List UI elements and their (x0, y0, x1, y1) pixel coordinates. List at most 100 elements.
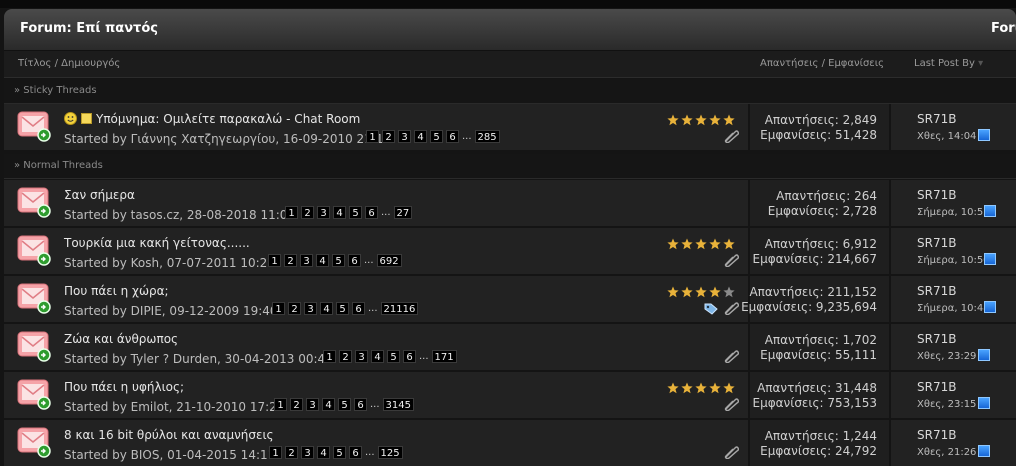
thread-row: Σαν σήμερα Started by tasos.cz, 28-08-201… (4, 180, 1016, 226)
col-replies-views[interactable]: Απαντήσεις / Εμφανίσεις (760, 58, 884, 69)
page-link[interactable]: 5 (387, 350, 400, 363)
page-link[interactable]: 4 (317, 446, 330, 459)
page-link[interactable]: 1 (366, 130, 379, 143)
go-to-last-post-icon[interactable] (978, 129, 990, 141)
thread-stats-cell: Απαντήσεις: 6,912 Εμφανίσεις: 214,667 (750, 228, 889, 274)
forum-title: Forum: Επί παντός (20, 21, 158, 36)
thread-title-link[interactable]: Τουρκία μια κακή γείτονας...... (64, 236, 250, 250)
page-link[interactable]: 5 (338, 398, 351, 411)
thread-title-link[interactable]: Ζώα και άνθρωπος (64, 332, 178, 346)
page-link[interactable]: 6 (365, 206, 378, 219)
go-to-last-post-icon[interactable] (978, 445, 990, 457)
page-link[interactable]: 3 (301, 446, 314, 459)
last-post-user[interactable]: SR71B (917, 332, 956, 346)
page-link[interactable]: 1 (323, 350, 336, 363)
page-link[interactable]: 5 (333, 446, 346, 459)
thread-title-link[interactable]: Υπόμνημα: Ομιλείτε παρακαλώ - Chat Room (96, 112, 360, 126)
last-page-link[interactable]: 692 (376, 254, 402, 267)
last-post-user[interactable]: SR71B (917, 112, 956, 126)
page-link[interactable]: 3 (304, 302, 317, 315)
go-to-last-post-icon[interactable] (978, 397, 990, 409)
last-page-link[interactable]: 3145 (382, 398, 414, 411)
attachment-clip-icon[interactable] (723, 444, 740, 460)
page-links: 1 2 3 4 5 6... 171 (323, 350, 457, 363)
page-link[interactable]: 6 (352, 302, 365, 315)
page-link[interactable]: 6 (349, 446, 362, 459)
page-link[interactable]: 1 (272, 302, 285, 315)
page-link[interactable]: 5 (349, 206, 362, 219)
page-link[interactable]: 2 (301, 206, 314, 219)
page-link[interactable]: 2 (290, 398, 303, 411)
thread-title-link[interactable]: Σαν σήμερα (64, 188, 135, 202)
last-post-cell: SR71B Χθες, 23:29 (891, 324, 1016, 370)
page-link[interactable]: 4 (371, 350, 384, 363)
page-link[interactable]: 4 (316, 254, 329, 267)
page-link[interactable]: 3 (317, 206, 330, 219)
page-link[interactable]: 2 (339, 350, 352, 363)
page-link[interactable]: 3 (355, 350, 368, 363)
thread-title-link[interactable]: Που πάει η χώρα; (64, 284, 169, 298)
page-link[interactable]: 6 (446, 130, 459, 143)
attachment-clip-icon[interactable] (723, 348, 740, 364)
page-link[interactable]: 1 (285, 206, 298, 219)
page-link[interactable]: 2 (285, 446, 298, 459)
page-link[interactable]: 6 (354, 398, 367, 411)
page-link[interactable]: 2 (382, 130, 395, 143)
attachment-clip-icon[interactable] (723, 252, 740, 268)
last-post-user[interactable]: SR71B (917, 428, 956, 442)
page-link[interactable]: 4 (333, 206, 346, 219)
page-ellipsis: ... (365, 447, 375, 458)
page-link[interactable]: 4 (414, 130, 427, 143)
thread-main-cell: Υπόμνημα: Ομιλείτε παρακαλώ - Chat Room S… (4, 104, 748, 150)
go-to-last-post-icon[interactable] (978, 349, 990, 361)
last-post-user[interactable]: SR71B (917, 236, 956, 250)
thread-started-by: Started by BIOS, 01-04-2015 14:11 (64, 448, 276, 462)
last-post-cell: SR71B Σήμερα, 10:48 (891, 276, 1016, 322)
last-post-user[interactable]: SR71B (917, 284, 956, 298)
page-link[interactable]: 5 (336, 302, 349, 315)
last-page-link[interactable]: 171 (431, 350, 457, 363)
page-link[interactable]: 5 (332, 254, 345, 267)
go-to-last-post-icon[interactable] (984, 205, 996, 217)
last-page-link[interactable]: 125 (377, 446, 403, 459)
attachment-clip-icon[interactable] (723, 300, 740, 316)
go-to-last-post-icon[interactable] (984, 301, 996, 313)
page-link[interactable]: 4 (320, 302, 333, 315)
page-link[interactable]: 3 (306, 398, 319, 411)
replies-count: Απαντήσεις: 264 (776, 189, 877, 203)
rating-star-icon (723, 235, 735, 250)
thread-title-line: Ζώα και άνθρωπος (64, 332, 178, 346)
replies-count: Απαντήσεις: 1,244 (764, 429, 877, 443)
last-page-link[interactable]: 21116 (380, 302, 419, 315)
thread-title-link[interactable]: 8 και 16 bit θρύλοι και αναμνήσεις (64, 428, 274, 442)
page-links: 1 2 3 4 5 6... 125 (269, 446, 403, 459)
tag-icon[interactable] (704, 300, 718, 315)
page-link[interactable]: 3 (300, 254, 313, 267)
page-link[interactable]: 2 (284, 254, 297, 267)
page-link[interactable]: 6 (403, 350, 416, 363)
last-post-user[interactable]: SR71B (917, 188, 956, 202)
page-link[interactable]: 4 (322, 398, 335, 411)
go-to-last-post-icon[interactable] (984, 253, 996, 265)
header-right-label[interactable]: Foru (991, 21, 1016, 36)
page-link[interactable]: 2 (288, 302, 301, 315)
last-page-link[interactable]: 27 (393, 206, 413, 219)
page-link[interactable]: 1 (269, 446, 282, 459)
page-link[interactable]: 3 (398, 130, 411, 143)
thread-title-link[interactable]: Που πάει η υφήλιος; (64, 380, 184, 394)
page-link[interactable]: 1 (268, 254, 281, 267)
page-link[interactable]: 1 (274, 398, 287, 411)
replies-count: Απαντήσεις: 1,702 (764, 333, 877, 347)
page-link[interactable]: 5 (430, 130, 443, 143)
col-last-post-by[interactable]: Last Post By ▾ (914, 58, 983, 69)
views-count: Εμφανίσεις: 214,667 (752, 252, 877, 266)
attachment-clip-icon[interactable] (723, 128, 740, 144)
rating-star-icon (681, 235, 693, 250)
last-page-link[interactable]: 285 (474, 130, 500, 143)
attachment-clip-icon[interactable] (723, 396, 740, 412)
col-title-creator[interactable]: Τίτλος / Δημιουργός (18, 58, 120, 69)
last-post-user[interactable]: SR71B (917, 380, 956, 394)
last-post-cell: SR71B Σήμερα, 10:53 (891, 180, 1016, 226)
page-link[interactable]: 6 (348, 254, 361, 267)
last-post-date: Σήμερα, 10:48 (917, 303, 990, 314)
